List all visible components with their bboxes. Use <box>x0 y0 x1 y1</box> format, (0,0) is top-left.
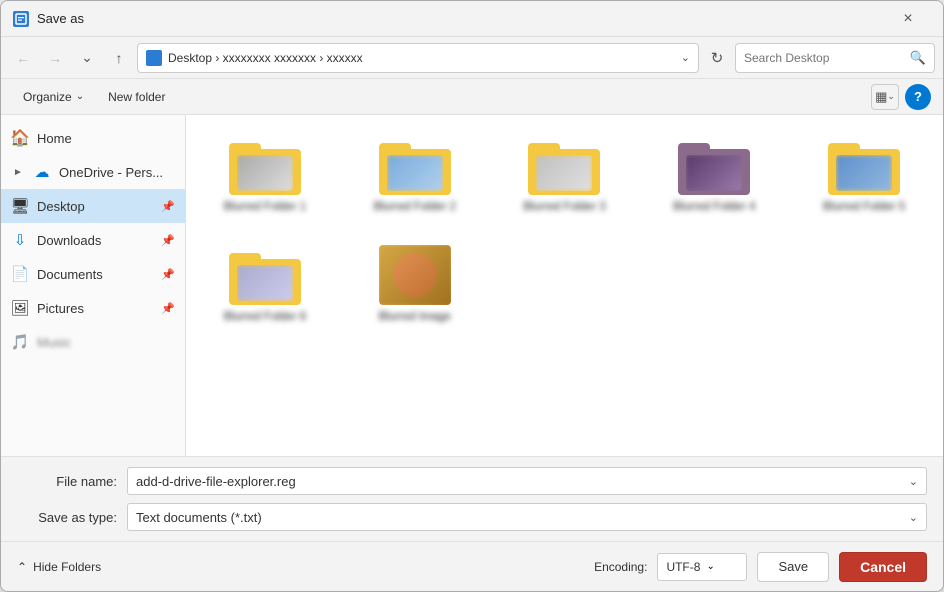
organize-button[interactable]: Organize ⌄ <box>13 84 94 110</box>
pictures-pin-icon: 📌 <box>161 302 175 315</box>
savetype-select[interactable]: Text documents (*.txt) ⌄ <box>127 503 927 531</box>
dialog-icon <box>13 11 29 27</box>
onedrive-expand-icon[interactable]: ► <box>11 165 25 179</box>
sidebar-item-onedrive-label: OneDrive - Pers... <box>59 165 175 180</box>
filename-row: File name: ⌄ <box>17 467 927 495</box>
cancel-button[interactable]: Cancel <box>839 552 927 582</box>
sidebar-item-desktop-label: Desktop <box>37 199 153 214</box>
sidebar-item-pictures-label: Pictures <box>37 301 153 316</box>
sidebar-item-home-label: Home <box>37 131 175 146</box>
forward-button[interactable]: → <box>41 44 69 72</box>
onedrive-icon: ☁ <box>33 163 51 181</box>
file-item[interactable]: Blurred Folder 5 <box>797 127 931 221</box>
recent-locations-button[interactable]: ⌄ <box>73 44 101 72</box>
downloads-pin-icon: 📌 <box>161 234 175 247</box>
action-bar: ⌃ Hide Folders Encoding: UTF-8 ⌄ Save Ca… <box>1 541 943 591</box>
file-item[interactable]: Blurred Folder 3 <box>498 127 632 221</box>
sidebar-item-pictures[interactable]: 🖼 Pictures 📌 <box>1 291 185 325</box>
up-button[interactable]: ↑ <box>105 44 133 72</box>
search-icon: 🔍 <box>910 50 926 66</box>
sidebar-item-documents-label: Documents <box>37 267 153 282</box>
home-icon: 🏠 <box>11 129 29 147</box>
filename-label: File name: <box>17 474 117 489</box>
sidebar-item-documents[interactable]: 📄 Documents 📌 <box>1 257 185 291</box>
sidebar-item-desktop[interactable]: 🖥 Desktop 📌 <box>1 189 185 223</box>
file-item[interactable]: Blurred Folder 1 <box>198 127 332 221</box>
pictures-icon: 🖼 <box>11 299 29 317</box>
sidebar-item-home[interactable]: 🏠 Home <box>1 121 185 155</box>
sidebar-item-music[interactable]: 🎵 Music <box>1 325 185 359</box>
close-button[interactable]: × <box>885 1 931 37</box>
filename-dropdown-icon[interactable]: ⌄ <box>909 475 918 488</box>
search-bar[interactable]: 🔍 <box>735 43 935 73</box>
search-input[interactable] <box>744 51 906 65</box>
hide-folders-label: Hide Folders <box>33 560 101 574</box>
encoding-select[interactable]: UTF-8 ⌄ <box>657 553 747 581</box>
file-item[interactable]: Blurred Folder 4 <box>647 127 781 221</box>
sidebar-item-downloads-label: Downloads <box>37 233 153 248</box>
sidebar-item-onedrive[interactable]: ► ☁ OneDrive - Pers... <box>1 155 185 189</box>
toolbar: Organize ⌄ New folder ▦⌄ ? <box>1 79 943 115</box>
main-content: 🏠 Home ► ☁ OneDrive - Pers... 🖥 Desktop … <box>1 115 943 456</box>
file-name: Blurred Folder 2 <box>356 201 474 213</box>
folder-icon <box>229 135 301 195</box>
image-file-icon <box>379 245 451 305</box>
encoding-label: Encoding: <box>594 560 647 574</box>
file-name: Blurred Folder 4 <box>655 201 773 213</box>
folder-icon <box>229 245 301 305</box>
organize-label: Organize <box>23 90 72 104</box>
savetype-row: Save as type: Text documents (*.txt) ⌄ <box>17 503 927 531</box>
sidebar-item-downloads[interactable]: ⇩ Downloads 📌 <box>1 223 185 257</box>
save-as-dialog: Save as × ← → ⌄ ↑ Desktop › xxxxxxxx xxx… <box>0 0 944 592</box>
dialog-title: Save as <box>37 11 885 26</box>
hide-folders-button[interactable]: ⌃ Hide Folders <box>17 560 101 574</box>
save-button[interactable]: Save <box>757 552 829 582</box>
folder-icon <box>379 135 451 195</box>
file-name: Blurred Folder 5 <box>805 201 923 213</box>
address-bar-icon <box>146 50 162 66</box>
title-bar: Save as × <box>1 1 943 37</box>
chevron-up-icon: ⌃ <box>17 560 27 574</box>
back-button[interactable]: ← <box>9 44 37 72</box>
savetype-dropdown-icon[interactable]: ⌄ <box>909 511 918 524</box>
desktop-pin-icon: 📌 <box>161 200 175 213</box>
address-bar-text: Desktop › xxxxxxxx xxxxxxx › xxxxxx <box>168 51 675 65</box>
new-folder-label: New folder <box>108 90 165 104</box>
documents-icon: 📄 <box>11 265 29 283</box>
filename-input[interactable] <box>136 474 909 489</box>
sidebar-item-music-label: Music <box>37 335 175 350</box>
folder-icon <box>828 135 900 195</box>
folder-icon <box>528 135 600 195</box>
file-area: Blurred Folder 1 Blurred Folder 2 <box>186 115 943 456</box>
nav-bar: ← → ⌄ ↑ Desktop › xxxxxxxx xxxxxxx › xxx… <box>1 37 943 79</box>
view-dropdown-chevron: ⌄ <box>887 91 895 102</box>
encoding-value: UTF-8 <box>666 560 700 574</box>
file-grid: Blurred Folder 1 Blurred Folder 2 <box>198 127 931 331</box>
new-folder-button[interactable]: New folder <box>98 84 175 110</box>
savetype-label: Save as type: <box>17 510 117 525</box>
bottom-panel: File name: ⌄ Save as type: Text document… <box>1 456 943 541</box>
view-button[interactable]: ▦⌄ <box>871 84 899 110</box>
refresh-button[interactable]: ↻ <box>703 44 731 72</box>
address-bar[interactable]: Desktop › xxxxxxxx xxxxxxx › xxxxxx ⌄ <box>137 43 699 73</box>
filename-input-wrapper[interactable]: ⌄ <box>127 467 927 495</box>
savetype-value: Text documents (*.txt) <box>136 510 909 525</box>
organize-dropdown-icon: ⌄ <box>76 91 84 102</box>
folder-icon <box>678 135 750 195</box>
music-icon: 🎵 <box>11 333 29 351</box>
documents-pin-icon: 📌 <box>161 268 175 281</box>
desktop-icon: 🖥 <box>11 197 29 215</box>
encoding-dropdown-icon[interactable]: ⌄ <box>706 561 714 572</box>
file-name: Blurred Folder 6 <box>206 311 324 323</box>
file-name: Blurred Folder 1 <box>206 201 324 213</box>
file-name: Blurred Folder 3 <box>506 201 624 213</box>
help-button[interactable]: ? <box>905 84 931 110</box>
address-dropdown-chevron[interactable]: ⌄ <box>681 51 690 64</box>
file-item[interactable]: Blurred Folder 2 <box>348 127 482 221</box>
file-item[interactable]: Blurred Image <box>348 237 482 331</box>
file-name: Blurred Image <box>356 311 474 323</box>
file-item[interactable]: Blurred Folder 6 <box>198 237 332 331</box>
sidebar: 🏠 Home ► ☁ OneDrive - Pers... 🖥 Desktop … <box>1 115 186 456</box>
downloads-icon: ⇩ <box>11 231 29 249</box>
